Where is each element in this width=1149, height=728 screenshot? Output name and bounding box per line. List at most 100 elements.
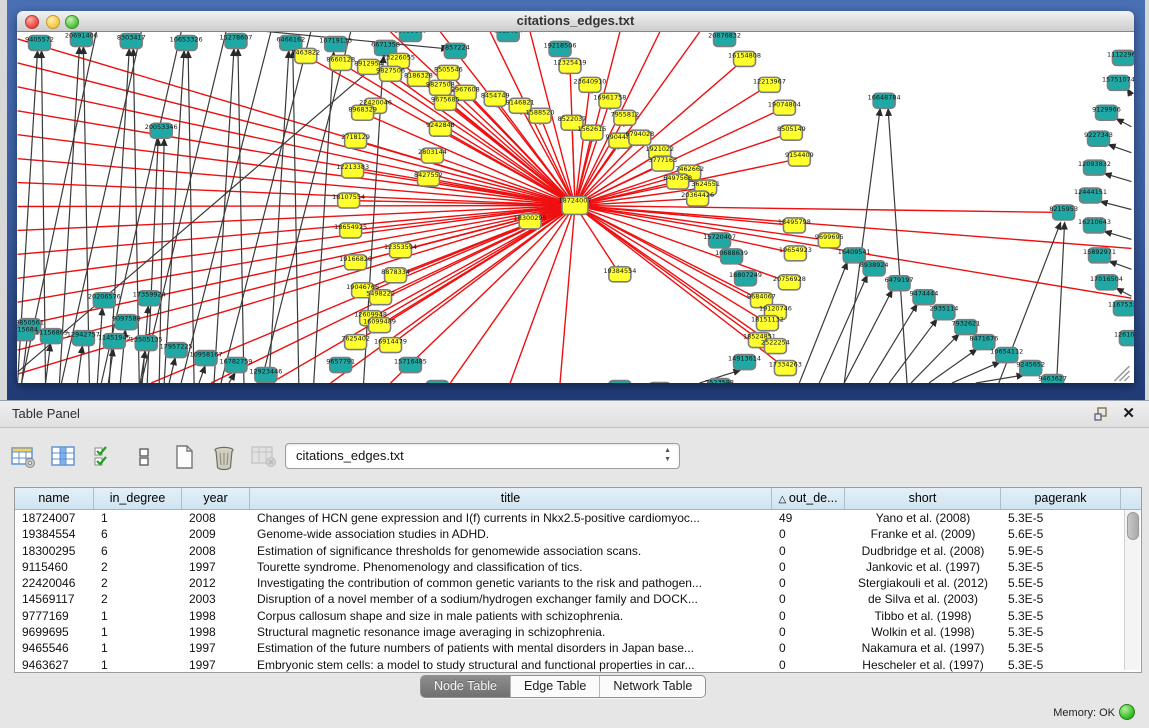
graph-node[interactable]: 3777163 [648,156,677,171]
tab-edge-table[interactable]: Edge Table [511,676,600,697]
tab-network-table[interactable]: Network Table [600,676,705,697]
graph-node[interactable]: 8813054 [494,32,523,41]
graph-node[interactable]: 2522254 [761,339,790,354]
graph-node[interactable]: 9097588 [112,315,141,330]
graph-node[interactable]: 13505135 [130,336,163,351]
graph-node[interactable]: 10688639 [715,249,748,264]
graph-node[interactable]: 12444151 [1074,188,1107,203]
network-view-window[interactable]: citations_edges.txt 18724007940557220691… [17,11,1134,383]
graph-node[interactable]: 6479197 [885,276,914,291]
graph-node[interactable]: 16099489 [363,318,396,333]
column-header-out_de[interactable]: △ out_de... [772,488,845,509]
column-select-icon[interactable] [50,443,78,471]
graph-node[interactable]: 15720407 [703,233,736,248]
graph-node[interactable]: 17016504 [1090,275,1123,290]
window-titlebar[interactable]: citations_edges.txt [17,11,1134,32]
graph-node[interactable] [609,381,631,383]
column-header-name[interactable]: name [15,488,94,509]
column-header-in_degree[interactable]: in_degree [94,488,182,509]
table-row[interactable]: 969969511998Structural magnetic resonanc… [15,624,1141,640]
graph-node[interactable]: 19384554 [603,267,636,282]
table-row[interactable]: 1938455462009Genome-wide association stu… [15,526,1141,542]
graph-node[interactable]: 6497568 [663,174,692,189]
graph-node[interactable]: 11451945 [98,334,131,349]
graph-node[interactable]: 6794028 [625,130,654,145]
graph-node[interactable]: 9463627 [1038,375,1067,383]
graph-node[interactable]: 12325419 [554,58,587,73]
graph-node[interactable]: 9699695 [815,233,844,248]
graph-node[interactable]: 8427552 [414,171,443,186]
graph-node[interactable]: 9474444 [910,290,939,305]
graph-node[interactable]: 7955812 [610,110,639,125]
graph-node[interactable]: 9227343 [1084,131,1113,146]
graph-node[interactable]: 19166829 [339,255,372,270]
graph-node[interactable]: 14913614 [728,355,761,370]
graph-node[interactable]: 18495798 [778,218,811,233]
graph-node[interactable]: 12923446 [249,368,282,383]
table-row[interactable]: 977716911998Corpus callosum shape and si… [15,608,1141,624]
column-header-year[interactable]: year [182,488,250,509]
table-row[interactable]: 946362711997Embryonic stem cells: a mode… [15,657,1141,673]
scrollbar-thumb[interactable] [1127,512,1139,540]
table-row[interactable]: 2242004622012Investigating the contribut… [15,575,1141,591]
table-source-dropdown[interactable]: citations_edges.txt ▲▼ [285,443,680,469]
graph-node[interactable]: 20756928 [773,275,806,290]
table-row[interactable]: 1830029562008Estimation of significance … [15,543,1141,559]
graph-node[interactable]: 17334263 [769,361,802,376]
graph-node[interactable]: 19218506 [544,41,577,56]
graph-node[interactable]: 11122960 [1107,50,1134,65]
table-row[interactable]: 1456911722003Disruption of a novel membe… [15,591,1141,607]
graph-node[interactable]: 2718129 [341,133,370,148]
graph-node[interactable]: 16648784 [868,93,901,108]
tab-node-table[interactable]: Node Table [421,676,511,697]
graph-node[interactable]: 8215953 [1049,205,1078,220]
checklist-icon[interactable] [90,443,118,471]
graph-node[interactable]: 20876832 [708,32,741,46]
rows-icon[interactable] [130,443,158,471]
graph-node[interactable]: 8938924 [860,261,889,276]
column-header-short[interactable]: short [845,488,1001,509]
graph-node[interactable]: 9657791 [326,358,355,373]
graph-node[interactable]: 9405572 [25,35,54,50]
graph-node[interactable]: 20053346 [145,123,178,138]
graph-node[interactable]: 12093832 [1078,160,1111,175]
graph-node[interactable]: 8660128 [326,55,355,70]
graph-node[interactable]: 12942757 [67,331,100,346]
graph-node[interactable]: 8968329 [348,105,377,120]
graph-node[interactable]: 10653326 [170,35,203,50]
column-header-title[interactable]: title [250,488,772,509]
table-row[interactable]: 911546021997Tourette syndrome. Phenomeno… [15,559,1141,575]
graph-node[interactable]: 2803144 [418,148,447,163]
table-row[interactable]: 946554611997Estimation of the future num… [15,640,1141,656]
close-panel-icon[interactable]: ✕ [1122,404,1135,422]
graph-node[interactable]: 7932621 [951,320,980,335]
graph-node[interactable]: 9242848 [426,121,455,136]
graph-node[interactable]: 8505149 [777,125,806,140]
graph-node[interactable]: 8505546 [434,65,463,80]
graph-node[interactable]: 9154409 [785,151,814,166]
graph-node[interactable]: 12353594 [384,243,417,258]
network-canvas[interactable]: 1872400794055722069140683034171065332615… [17,32,1134,383]
graph-node[interactable]: 8878334 [381,268,410,283]
graph-node[interactable]: 8303417 [117,33,146,48]
graph-node[interactable]: 7523598 [705,378,734,383]
graph-node[interactable]: 2935114 [930,305,959,320]
graph-node[interactable]: 7857224 [441,43,470,58]
graph-node[interactable]: 12610345 [1114,331,1134,346]
graph-node[interactable]: 10958167 [190,351,223,366]
graph-node[interactable]: 11675330 [1108,301,1134,316]
graph-node[interactable]: 16914479 [374,338,407,353]
graph-node[interactable]: 16210643 [1078,218,1111,233]
column-header-pagerank[interactable]: pagerank [1001,488,1121,509]
graph-node[interactable]: 23640910 [573,77,606,92]
graph-node[interactable]: 16961758 [593,93,626,108]
new-table-icon[interactable] [170,443,198,471]
graph-node[interactable]: 20691406 [65,32,98,46]
graph-node[interactable]: 1562615 [578,125,607,140]
graph-node[interactable]: 9245652 [1016,361,1045,376]
graph-node[interactable]: 15751074 [1102,75,1134,90]
graph-node[interactable]: 20364426 [681,191,714,206]
graph-node[interactable] [426,381,448,383]
graph-node[interactable]: 19654923 [779,246,812,261]
graph-node[interactable]: 10719135 [319,36,352,51]
